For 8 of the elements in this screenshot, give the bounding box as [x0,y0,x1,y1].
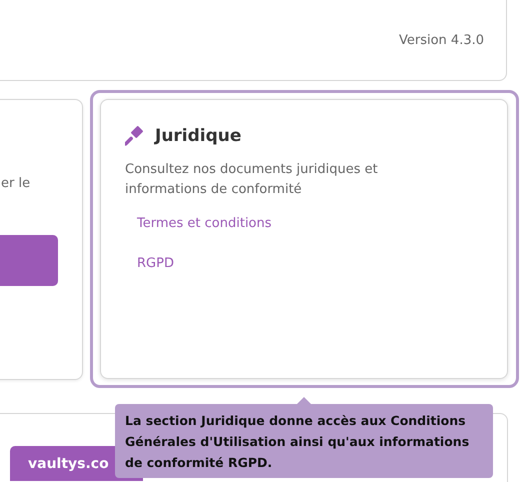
section-description: Consultez nos documents juridiques et informations de conformité [125,161,379,199]
legal-link[interactable]: Termes et conditions [137,216,272,231]
gavel-icon [125,126,145,146]
legal-link[interactable]: RGPD [137,256,174,271]
action-button[interactable] [0,235,58,286]
version-text: Version 4.3.0 [398,33,484,48]
description-text: er le [1,176,30,191]
section-title: Juridique [155,126,242,146]
